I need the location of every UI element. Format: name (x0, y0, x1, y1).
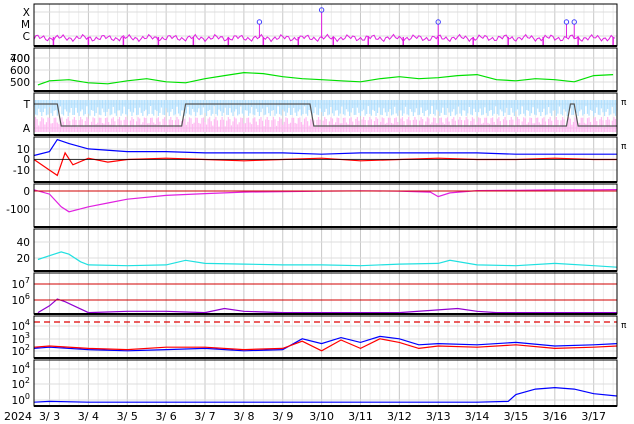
x-tick-label: 3/13 (426, 410, 451, 423)
xray_flux-y-label: 102 (12, 376, 30, 391)
series-layer (33, 7, 618, 403)
exponent: 3 (25, 331, 30, 340)
proton_flux-y-label: 106 (12, 292, 30, 307)
x-tick-label: 3/15 (504, 410, 529, 423)
imf_bz-series-line (33, 138, 617, 157)
kp_index-y-label: 40 (17, 237, 30, 249)
electron_flux-series-line (33, 338, 618, 352)
electron_flux-y-label: 102 (12, 343, 30, 358)
x-tick-label: 3/ 5 (117, 410, 138, 423)
solar_wind_speed-y-label: 600 (10, 65, 30, 77)
imf_bz-right-label: π (621, 142, 627, 152)
year-label: 2024 (4, 410, 32, 423)
imf_sector-y-label: A (23, 123, 31, 135)
x-tick-label: 3/ 7 (194, 410, 215, 423)
solar_wind_speed-y-label: 500 (10, 77, 30, 89)
x-tick-label: 3/14 (465, 410, 490, 423)
flare_class-y-label: X (23, 7, 30, 19)
proton_flux-y-label: 107 (12, 276, 30, 291)
dst-y-label: 0 (23, 186, 30, 198)
kp_index-y-label: 20 (17, 253, 30, 265)
imf_sector-right-label: π (621, 98, 627, 108)
exponent: 6 (25, 292, 30, 301)
flare_class-y-label: M (21, 19, 30, 31)
x-tick-label: 3/12 (387, 410, 412, 423)
x-tick-label: 3/16 (542, 410, 567, 423)
x-tick-label: 3/11 (348, 410, 373, 423)
x-tick-label: 3/ 9 (272, 410, 293, 423)
proton_flux-series-line (37, 298, 617, 314)
xray_flux-frame (33, 359, 618, 407)
exponent: 4 (25, 361, 30, 370)
kp_index-series-line (37, 251, 618, 268)
imf_bz-y-label: -10 (13, 165, 30, 177)
x-tick-label: 3/17 (581, 410, 606, 423)
proton_flux-frame (33, 272, 618, 315)
x-tick-label: 3/ 8 (233, 410, 254, 423)
dst-y-label: -100 (6, 204, 30, 216)
solar_wind_speed-y-label: 400 (10, 53, 30, 65)
xray_flux-y-label: 104 (12, 361, 30, 376)
dst-series-line (33, 189, 618, 213)
x-tick-label: 3/ 3 (39, 410, 60, 423)
x-tick-label: 3/ 6 (156, 410, 177, 423)
label-layer: 3/ 3 3/ 4 3/ 5 3/ 6 3/ 7 3/ 8 3/ 9 3/10 3/11 3/12… (6, 7, 627, 423)
exponent: 2 (25, 376, 30, 385)
imf_sector-y-label: T (23, 99, 31, 111)
exponent: 0 (25, 392, 30, 401)
space-weather-chart: 3/ 3 3/ 4 3/ 5 3/ 6 3/ 7 3/ 8 3/ 9 3/10 3/11 3/12… (4, 3, 627, 423)
flare_class-frame (33, 3, 618, 47)
x-tick-label: 3/10 (309, 410, 334, 423)
solar_wind_speed-series-line (37, 71, 614, 86)
flare_class-y-label: C (23, 31, 30, 43)
exponent: 7 (25, 276, 30, 285)
x-tick-label: 3/ 4 (78, 410, 99, 423)
xray_flux-y-label: 100 (12, 392, 30, 407)
electron_flux-right-label: π (621, 321, 627, 331)
exponent: 2 (25, 343, 30, 352)
imf_bz-series-line (33, 151, 617, 177)
exponent: 4 (25, 318, 30, 327)
